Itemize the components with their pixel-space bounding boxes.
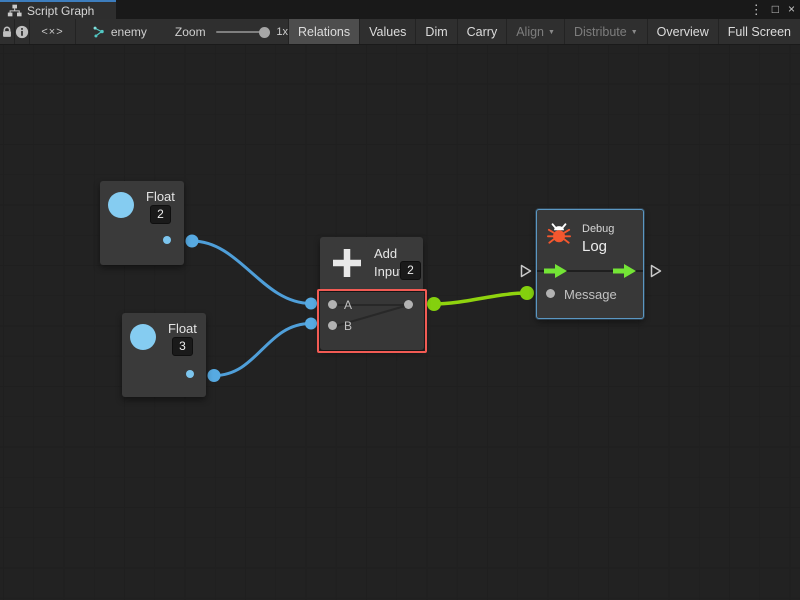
toolbar-toggles: Relations Values Dim Carry Align ▼ Distr… — [288, 19, 800, 44]
node-title: Log — [582, 238, 607, 255]
tab-script-graph[interactable]: Script Graph — [0, 0, 116, 19]
flow-out-triangle-icon[interactable] — [650, 264, 662, 278]
overview-button[interactable]: Overview — [647, 19, 718, 44]
inputs-count-input[interactable]: 2 — [400, 261, 421, 280]
control-output-arrow-icon[interactable] — [613, 264, 637, 278]
add-node-body[interactable]: A B — [320, 292, 424, 350]
plus-icon — [333, 249, 361, 277]
add-node-header[interactable]: Add Inputs 2 — [320, 237, 423, 291]
flow-in-triangle-icon[interactable] — [520, 264, 532, 278]
wire-float2-to-a[interactable] — [192, 241, 311, 304]
node-title: Add — [374, 246, 397, 261]
code-angle-icon: <×> — [41, 26, 63, 38]
float-value-input[interactable]: 3 — [172, 337, 193, 356]
input-port-b[interactable] — [328, 321, 337, 330]
lock-button[interactable] — [0, 19, 15, 44]
lock-icon — [0, 25, 14, 39]
zoom-label: Zoom — [175, 25, 206, 39]
dim-toggle[interactable]: Dim — [415, 19, 456, 44]
close-icon[interactable]: × — [788, 0, 795, 19]
inspector-button[interactable] — [15, 19, 30, 44]
tab-label: Script Graph — [27, 4, 94, 18]
port-a-label: A — [344, 298, 352, 312]
float-output-port[interactable] — [163, 236, 171, 244]
distribute-dropdown[interactable]: Distribute ▼ — [564, 19, 647, 44]
script-graph-asset-icon — [92, 25, 106, 39]
graph-toolbar: <×> enemy Zoom 1x Relations Values Dim — [0, 19, 800, 45]
bug-icon — [547, 223, 571, 244]
window-controls: ⋮ □ × — [750, 0, 795, 19]
full-screen-button[interactable]: Full Screen — [718, 19, 800, 44]
float-node-2[interactable]: Float 3 — [122, 313, 206, 397]
input-port-a[interactable] — [328, 300, 337, 309]
info-icon — [15, 25, 29, 39]
float-type-icon — [130, 324, 156, 350]
graph-canvas[interactable]: Float 2 Float 3 Add Inputs 2 — [0, 45, 800, 600]
zoom-slider[interactable] — [216, 31, 268, 33]
maximize-icon[interactable]: □ — [772, 0, 779, 19]
code-view-button[interactable]: <×> — [30, 19, 76, 44]
wire-sum-to-message[interactable] — [434, 293, 527, 304]
sum-output-port[interactable] — [404, 300, 413, 309]
node-title: Float — [168, 321, 197, 336]
wire-endpoint[interactable] — [520, 286, 534, 300]
float-type-icon — [108, 192, 134, 218]
wire-endpoint[interactable] — [186, 235, 199, 248]
float-node-1[interactable]: Float 2 — [100, 181, 184, 265]
tab-strip: Script Graph ⋮ □ × — [0, 0, 800, 19]
message-port-label: Message — [564, 287, 617, 302]
graph-hierarchy-icon — [7, 3, 22, 18]
zoom-slider-handle[interactable] — [259, 27, 270, 38]
chevron-down-icon: ▼ — [548, 27, 555, 36]
chevron-down-icon: ▼ — [631, 27, 638, 36]
wire-endpoint[interactable] — [305, 318, 317, 330]
script-graph-window: Script Graph ⋮ □ × <×> — [0, 0, 800, 600]
port-b-label: B — [344, 319, 352, 333]
align-dropdown[interactable]: Align ▼ — [506, 19, 564, 44]
float-output-port[interactable] — [186, 370, 194, 378]
zoom-value: 1x — [276, 26, 288, 38]
wire-endpoint[interactable] — [305, 298, 317, 310]
graph-asset-breadcrumb[interactable]: enemy — [92, 19, 147, 44]
wire-endpoint[interactable] — [427, 297, 441, 311]
wire-float3-to-b[interactable] — [214, 324, 311, 376]
node-title: Float — [146, 189, 175, 204]
carry-toggle[interactable]: Carry — [457, 19, 507, 44]
float-value-input[interactable]: 2 — [150, 205, 171, 224]
node-category: Debug — [582, 223, 614, 235]
wire-endpoint[interactable] — [208, 369, 221, 382]
message-input-port[interactable] — [546, 289, 555, 298]
values-toggle[interactable]: Values — [359, 19, 415, 44]
debug-log-node[interactable]: Debug Log Message — [536, 209, 644, 319]
window-menu-icon[interactable]: ⋮ — [750, 0, 763, 19]
graph-asset-name: enemy — [111, 25, 147, 39]
control-input-arrow-icon[interactable] — [544, 264, 568, 278]
relations-toggle[interactable]: Relations — [288, 19, 359, 44]
